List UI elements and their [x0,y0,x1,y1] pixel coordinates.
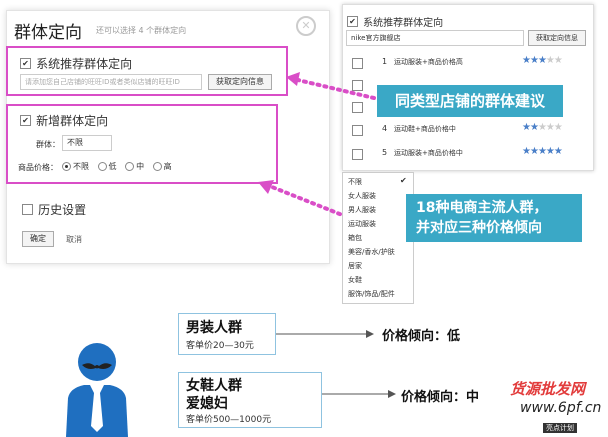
arrow-icon [322,390,396,398]
person-head [78,343,116,381]
callout-line: 并对应三种价格倾向 [416,220,542,236]
example-title: 男装人群 [186,320,242,336]
watermark-badge: 亮点计划 [543,423,577,433]
example-price: 客单价20—30元 [186,341,254,351]
example-subtitle: 爱媳妇 [186,396,228,412]
arrowhead-icon [286,72,300,86]
price-tendency: 价格倾向：低 [382,329,461,344]
example-price: 客单价500—1000元 [186,415,272,425]
watermark-url: www.6pf.cn [520,400,602,416]
check-icon: ✔ [400,176,407,185]
price-tendency: 价格倾向：中 [401,390,480,405]
dropdown-item[interactable]: 不限 [348,177,362,187]
dropdown-item[interactable]: 美容/香水/护肤 [348,247,395,257]
dropdown-item[interactable]: 女鞋 [348,275,362,285]
watermark-text: 货源批发网 [510,380,586,398]
arrow-icon [276,330,374,338]
dropdown-item[interactable]: 居家 [348,261,362,271]
dropdown-item[interactable]: 运动服装 [348,219,376,229]
dropdown-item[interactable]: 男人服装 [348,205,376,215]
dropdown-item[interactable]: 服饰/饰品/配件 [348,289,395,299]
callout-main-groups: 18种电商主流人群， 并对应三种价格倾向 [406,194,582,242]
dropdown-item[interactable]: 女人服装 [348,191,376,201]
example-title: 女鞋人群 [186,378,242,394]
dropdown-item[interactable]: 箱包 [348,233,362,243]
person-icon [66,343,128,437]
callout-line: 18种电商主流人群， [416,200,548,216]
dotted-arrow-top [296,78,376,100]
